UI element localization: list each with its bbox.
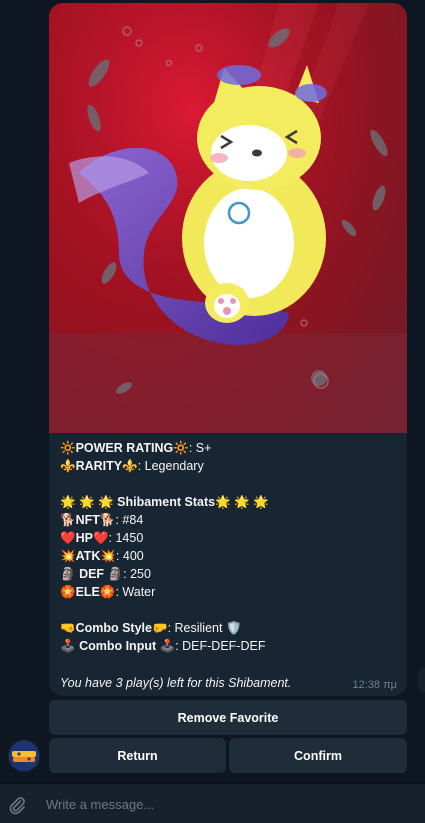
joystick-emoji-icon: 🕹️ [60,639,76,653]
hp-line: ❤️HP❤️: 1450 [60,529,400,547]
chat-area: 🔆POWER RATING🔆: S+ ⚜️RARITY⚜️: Legendary… [0,0,425,783]
right-fist-emoji-icon: 🤜 [60,621,76,635]
combo-input-label: Combo Input [79,639,157,653]
heart-emoji-icon: ❤️ [92,531,109,545]
sun-emoji-icon: 🔆 [60,441,76,455]
fleur-de-lis-icon: ⚜️ [122,459,138,473]
power-rating-line: 🔆POWER RATING🔆: S+ [60,439,400,457]
plays-left-text: You have 3 play(s) left for this Shibame… [60,676,292,690]
power-rating-value: : S+ [188,441,212,455]
hp-label: HP [75,531,93,545]
rarity-line: ⚜️RARITY⚜️: Legendary [60,457,400,475]
message-input[interactable] [46,794,406,814]
hp-value: : 1450 [108,531,144,545]
remove-favorite-button[interactable]: Remove Favorite [49,700,407,735]
rarity-value: : Legendary [137,459,204,473]
stats-title-line: 🌟 🌟 🌟 Shibament Stats🌟 🌟 🌟 [60,493,400,511]
def-value: : 250 [123,567,151,581]
moai-emoji-icon: 🗿 [107,567,124,581]
power-rating-label: POWER RATING [75,441,174,455]
joystick-emoji-icon: 🕹️ [159,639,176,653]
message-bubble: 🔆POWER RATING🔆: S+ ⚜️RARITY⚜️: Legendary… [49,3,407,696]
bot-avatar[interactable] [8,740,40,772]
combo-style-line: 🤜Combo Style🤛: Resilient 🛡️ [60,619,400,637]
combo-input-line: 🕹️ Combo Input 🕹️: DEF-DEF-DEF [60,637,400,655]
collision-emoji-icon: 💥 [100,549,116,563]
dog-emoji-icon: 🐕 [99,513,116,527]
dog-emoji-icon: 🐕 [60,513,76,527]
moai-emoji-icon: 🗿 [60,567,76,581]
nft-value: : #84 [115,513,144,527]
rarity-label: RARITY [75,459,123,473]
nft-label: NFT [75,513,100,527]
heart-emoji-icon: ❤️ [60,531,76,545]
def-line: 🗿 DEF 🗿: 250 [60,565,400,583]
combo-style-label: Combo Style [75,621,152,635]
scroll-down-button[interactable] [417,668,425,692]
left-fist-emoji-icon: 🤛 [151,621,168,635]
ele-value: : Water [115,585,156,599]
star-emoji-icon: 🌟 🌟 🌟 [60,495,114,509]
fleur-de-lis-icon: ⚜️ [60,459,76,473]
paperclip-icon[interactable] [7,795,27,815]
ele-label: ELE [75,585,100,599]
shield-emoji-icon: 🛡️ [225,621,242,635]
nft-line: 🐕NFT🐕: #84 [60,511,400,529]
atk-label: ATK [75,549,101,563]
rosette-emoji-icon: 🏵️ [60,585,76,599]
confirm-button[interactable]: Confirm [229,738,407,773]
def-label: DEF [79,567,105,581]
shibament-logo-icon [9,741,39,771]
message-timestamp: 12:38 πμ [352,679,397,691]
stats-text: 🔆POWER RATING🔆: S+ ⚜️RARITY⚜️: Legendary… [60,439,400,655]
shibament-illustration [49,3,407,433]
return-button[interactable]: Return [49,738,226,773]
collision-emoji-icon: 💥 [60,549,76,563]
star-emoji-icon: 🌟 🌟 🌟 [215,495,269,509]
stats-title: Shibament Stats [117,495,216,509]
atk-line: 💥ATK💥: 400 [60,547,400,565]
rosette-emoji-icon: 🏵️ [99,585,116,599]
message-composer [0,783,425,823]
atk-value: : 400 [115,549,144,563]
nft-artwork[interactable] [49,3,407,433]
sun-emoji-icon: 🔆 [173,441,189,455]
ele-line: 🏵️ELE🏵️: Water [60,583,400,601]
combo-style-value: : Resilient [167,621,223,635]
combo-input-value: : DEF-DEF-DEF [175,639,266,653]
